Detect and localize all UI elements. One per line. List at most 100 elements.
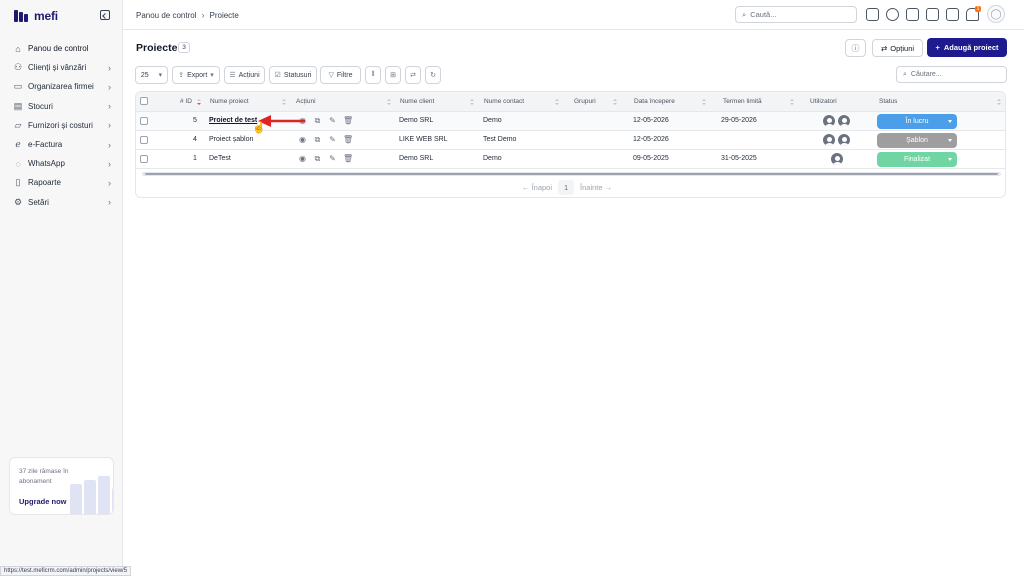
col-start-date[interactable]: Data începere — [634, 98, 675, 105]
actions-button[interactable]: ☰ Acțiuni — [224, 66, 265, 84]
sidebar-item-4[interactable]: ▱ Furnizori și costuri › — [0, 116, 123, 135]
user-avatar-icon[interactable] — [822, 133, 836, 147]
sort-icon[interactable] — [555, 99, 559, 105]
columns-button[interactable]: ⦀ — [365, 66, 381, 84]
help-icon: ⓘ — [851, 43, 860, 53]
sidebar-item-5[interactable]: ℯ e-Factura › — [0, 135, 123, 154]
sort-icon[interactable] — [613, 99, 617, 105]
upgrade-decoration — [68, 476, 113, 514]
sort-icon[interactable] — [702, 99, 706, 105]
col-deadline[interactable]: Termen limită — [723, 98, 762, 105]
sidebar-item-0[interactable]: ⌂ Panou de control — [0, 39, 123, 58]
sync-button[interactable]: ⇄ — [405, 66, 421, 84]
status-dropdown[interactable]: Șablon — [877, 133, 957, 148]
help-button[interactable]: ⓘ — [845, 39, 866, 57]
user-avatar-icon[interactable] — [822, 114, 836, 128]
row-checkbox[interactable] — [140, 117, 148, 125]
sidebar-nav: ⌂ Panou de control ⚇ Clienți și vânzări › ▭ Or… — [0, 39, 123, 212]
col-id[interactable]: # ID — [180, 98, 192, 105]
col-name[interactable]: Nume proiect — [210, 98, 249, 105]
start-date: 12-05-2026 — [633, 117, 669, 124]
table-row[interactable]: 1 DeTest ◉ ⧉ ✎ 🗑 Demo SRL Demo 09-05-202… — [136, 150, 1005, 169]
project-name-link[interactable]: Proiect de test — [209, 117, 257, 124]
contact-name[interactable]: Test Demo — [483, 136, 516, 143]
sidebar-item-1[interactable]: ⚇ Clienți și vânzări › — [0, 58, 123, 77]
refresh-button[interactable]: ↻ — [425, 66, 441, 84]
col-contact[interactable]: Nume contact — [484, 98, 524, 105]
col-client[interactable]: Nume client — [400, 98, 434, 105]
horizontal-scrollbar[interactable] — [142, 172, 1001, 176]
sort-icon[interactable] — [997, 99, 1001, 105]
sidebar-item-6[interactable]: ◌ WhatsApp › — [0, 154, 123, 173]
calendar-icon[interactable] — [906, 8, 919, 21]
prev-page-button[interactable]: ← Înapoi — [522, 183, 552, 192]
copy-icon[interactable]: ⧉ — [313, 135, 322, 144]
client-name[interactable]: Demo SRL — [399, 155, 433, 162]
edit-icon[interactable]: ✎ — [328, 135, 337, 144]
project-id: 1 — [193, 155, 197, 162]
add-task-icon[interactable] — [866, 8, 879, 21]
global-search-input[interactable]: ⌕ Caută... — [735, 6, 857, 23]
user-avatar-icon[interactable] — [837, 114, 851, 128]
project-name-link[interactable]: Proiect șablon — [209, 136, 253, 143]
chevron-right-icon: › — [108, 62, 111, 73]
contact-name[interactable]: Demo — [483, 117, 502, 124]
trash-icon[interactable]: 🗑 — [343, 135, 353, 144]
topbar-icons — [866, 8, 979, 21]
edit-icon[interactable]: ✎ — [328, 116, 337, 125]
sort-icon[interactable] — [470, 99, 474, 105]
collapse-sidebar-icon[interactable] — [100, 10, 110, 20]
copy-icon[interactable]: ⧉ — [313, 116, 322, 125]
row-checkbox[interactable] — [140, 136, 148, 144]
breadcrumb-home[interactable]: Panou de control — [136, 11, 197, 20]
col-groups[interactable]: Grupuri — [574, 98, 596, 105]
sidebar-item-7[interactable]: ▯ Rapoarte › — [0, 173, 123, 192]
statuses-button[interactable]: ☑ Statusuri — [269, 66, 317, 84]
chevron-right-icon: › — [108, 81, 111, 92]
trash-icon[interactable]: 🗑 — [343, 154, 353, 163]
page-size-select[interactable]: 25 ▾ — [135, 66, 168, 84]
breadcrumb-current: Proiecte — [209, 10, 239, 20]
filters-button[interactable]: ▽ Filtre — [320, 66, 361, 84]
options-button[interactable]: ⇄ Opțiuni — [872, 39, 923, 57]
sort-icon[interactable] — [790, 99, 794, 105]
table-search-input[interactable]: ⌕ Căutare... — [896, 66, 1007, 83]
sidebar-item-3[interactable]: ▤ Stocuri › — [0, 97, 123, 116]
sort-icon[interactable] — [387, 99, 391, 105]
status-dropdown[interactable]: Finalizat — [877, 152, 957, 167]
sidebar-item-2[interactable]: ▭ Organizarea firmei › — [0, 77, 123, 96]
user-avatar-icon[interactable] — [830, 152, 844, 166]
next-page-button[interactable]: Înainte → — [580, 183, 612, 192]
copy-icon[interactable]: ⧉ — [313, 154, 322, 163]
contact-name[interactable]: Demo — [483, 155, 502, 162]
add-project-button[interactable]: + Adaugă proiect — [927, 38, 1007, 57]
sidebar-item-8[interactable]: ⚙ Setări › — [0, 193, 123, 212]
sort-icon[interactable] — [282, 99, 286, 105]
trash-icon[interactable]: 🗑 — [343, 116, 353, 125]
user-avatar-icon[interactable] — [837, 133, 851, 147]
check-square-icon[interactable] — [926, 8, 939, 21]
export-button[interactable]: ⇪ Export ▾ — [172, 66, 220, 84]
client-name[interactable]: Demo SRL — [399, 117, 433, 124]
sort-desc-icon[interactable] — [197, 99, 201, 105]
edit-icon[interactable]: ✎ — [328, 154, 337, 163]
page-number-button[interactable]: 1 — [558, 180, 575, 195]
status-dropdown[interactable]: În lucru — [877, 114, 957, 129]
view-icon[interactable]: ◉ — [298, 135, 307, 144]
sidebar-item-label: Setări — [28, 197, 49, 207]
bulk-select-button[interactable]: ⊞ — [385, 66, 401, 84]
messages-icon[interactable] — [946, 8, 959, 21]
col-status[interactable]: Status — [879, 98, 897, 105]
timer-icon[interactable] — [886, 8, 899, 21]
view-icon[interactable]: ◉ — [298, 154, 307, 163]
row-checkbox[interactable] — [140, 155, 148, 163]
user-avatar[interactable]: ◯ — [987, 5, 1005, 23]
select-all-checkbox[interactable] — [140, 97, 148, 105]
chevron-right-icon: › — [201, 10, 205, 20]
table-row[interactable]: 4 Proiect șablon ◉ ⧉ ✎ 🗑 LIKE WEB SRL Te… — [136, 131, 1005, 150]
project-name-link[interactable]: DeTest — [209, 155, 231, 162]
clipboard-icon: ▯ — [15, 177, 21, 188]
logo-text: mefi — [34, 9, 58, 23]
client-name[interactable]: LIKE WEB SRL — [399, 136, 448, 143]
logo[interactable]: mefi — [14, 9, 58, 23]
